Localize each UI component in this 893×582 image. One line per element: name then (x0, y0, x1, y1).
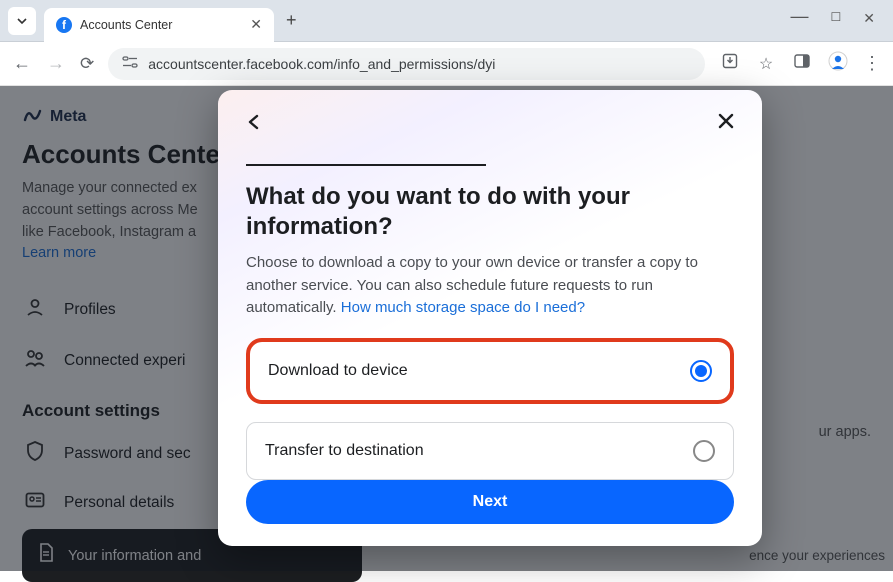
url-text: accountscenter.facebook.com/info_and_per… (148, 56, 495, 72)
browser-tab-strip: f Accounts Center ✕ + — ☐ ✕ (0, 0, 893, 42)
window-controls: — ☐ ✕ (791, 10, 886, 31)
browser-toolbar: ← → ⟳ accountscenter.facebook.com/info_a… (0, 42, 893, 86)
browser-menu-icon[interactable]: ⋮ (863, 53, 881, 74)
browser-tab[interactable]: f Accounts Center ✕ (44, 8, 274, 42)
progress-indicator (246, 164, 486, 166)
window-maximize-icon[interactable]: ☐ (831, 10, 842, 31)
radio-checked-icon (690, 360, 712, 382)
window-minimize-icon[interactable]: — (791, 6, 809, 27)
tab-title: Accounts Center (80, 18, 242, 32)
new-tab-button[interactable]: + (286, 10, 297, 31)
tab-close-icon[interactable]: ✕ (250, 16, 262, 33)
modal-description: Choose to download a copy to your own de… (246, 252, 734, 320)
option-download-to-device[interactable]: Download to device (246, 338, 734, 404)
modal-close-button[interactable] (718, 112, 734, 135)
back-button[interactable]: ← (12, 53, 32, 74)
tab-list-dropdown[interactable] (8, 7, 36, 35)
profile-avatar-icon[interactable] (827, 51, 849, 76)
address-bar[interactable]: accountscenter.facebook.com/info_and_per… (108, 48, 705, 80)
download-info-modal: What do you want to do with your informa… (218, 90, 762, 546)
storage-link[interactable]: How much storage space do I need? (341, 299, 585, 316)
radio-unchecked-icon (693, 440, 715, 462)
reload-button[interactable]: ⟳ (80, 54, 94, 74)
next-button[interactable]: Next (246, 480, 734, 524)
site-settings-icon[interactable] (122, 55, 138, 72)
modal-heading: What do you want to do with your informa… (246, 182, 734, 242)
side-panel-icon[interactable] (791, 54, 813, 73)
bookmark-star-icon[interactable]: ☆ (755, 54, 777, 74)
option-transfer-to-destination[interactable]: Transfer to destination (246, 422, 734, 480)
forward-button[interactable]: → (46, 53, 66, 74)
install-app-icon[interactable] (719, 53, 741, 74)
facebook-favicon-icon: f (56, 17, 72, 33)
window-close-icon[interactable]: ✕ (863, 10, 875, 31)
option-label: Download to device (268, 362, 408, 380)
option-label: Transfer to destination (265, 442, 424, 460)
modal-back-button[interactable] (246, 110, 262, 136)
